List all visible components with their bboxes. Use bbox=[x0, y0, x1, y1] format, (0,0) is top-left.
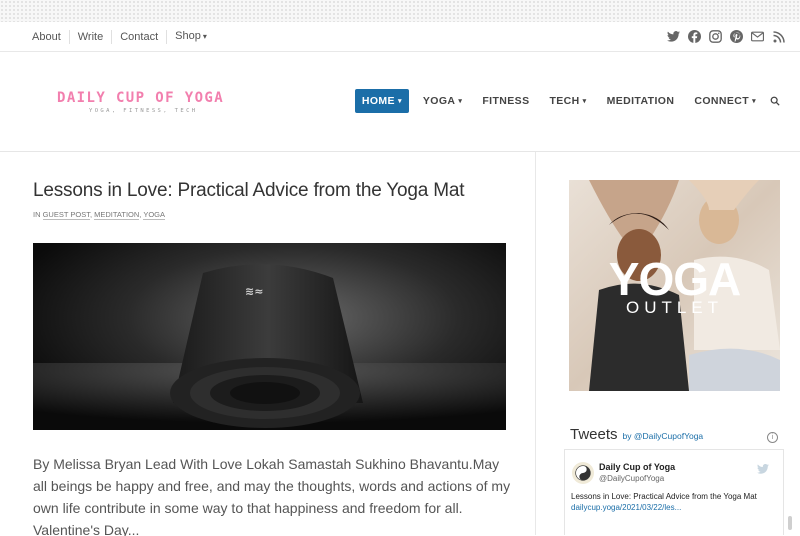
search-icon bbox=[770, 96, 780, 106]
nav-connect-label: CONNECT bbox=[694, 95, 750, 107]
chevron-down-icon: ▾ bbox=[752, 98, 756, 105]
nav-connect[interactable]: CONNECT ▾ bbox=[684, 89, 766, 113]
post-title[interactable]: Lessons in Love: Practical Advice from t… bbox=[33, 180, 464, 202]
chevron-down-icon: ▾ bbox=[582, 98, 587, 105]
main-navigation: HOME ▾ YOGA ▾ FITNESS TECH ▾ MEDITATION CON… bbox=[354, 89, 780, 113]
instagram-icon[interactable] bbox=[708, 29, 723, 44]
category-link-yoga[interactable]: YOGA bbox=[143, 210, 166, 220]
nav-meditation[interactable]: MEDITATION bbox=[597, 89, 685, 113]
main-content: Lessons in Love: Practical Advice from t… bbox=[0, 152, 800, 536]
top-decorative-strip bbox=[0, 0, 800, 22]
category-link-guest-post[interactable]: GUEST POST bbox=[42, 210, 90, 220]
meta-prefix: IN bbox=[33, 210, 41, 219]
yin-yang-icon bbox=[575, 465, 591, 481]
top-navigation: About Write Contact Shop ▾ bbox=[0, 22, 800, 52]
chevron-down-icon: ▾ bbox=[397, 98, 402, 105]
svg-text:≋≈: ≋≈ bbox=[245, 285, 263, 298]
post-meta: IN GUEST POST, MEDITATION, YOGA bbox=[33, 210, 166, 220]
top-link-shop[interactable]: Shop ▾ bbox=[167, 29, 215, 44]
info-icon[interactable]: i bbox=[767, 432, 778, 443]
post-featured-image[interactable]: ≋≈ bbox=[33, 243, 506, 430]
top-link-about[interactable]: About bbox=[24, 29, 70, 44]
chevron-down-icon: ▾ bbox=[202, 32, 207, 41]
logo-title: DAILY CUP OF YOGA bbox=[57, 90, 225, 106]
tweet-author-handle[interactable]: @DailyCupofYoga bbox=[599, 474, 664, 483]
tweet-author-name[interactable]: Daily Cup of Yoga bbox=[599, 462, 675, 472]
twitter-bird-icon[interactable] bbox=[757, 461, 769, 479]
tweet-scrollbar[interactable] bbox=[785, 452, 795, 532]
twitter-icon[interactable] bbox=[666, 29, 681, 44]
chevron-down-icon: ▾ bbox=[458, 98, 463, 105]
pinterest-icon[interactable] bbox=[729, 29, 744, 44]
tweet-link[interactable]: dailycup.yoga/2021/03/22/les... bbox=[571, 503, 681, 512]
nav-yoga[interactable]: YOGA ▾ bbox=[413, 89, 472, 113]
nav-home[interactable]: HOME ▾ bbox=[354, 89, 409, 113]
avatar[interactable] bbox=[572, 462, 594, 484]
post-excerpt: By Melissa Bryan Lead With Love Lokah Sa… bbox=[33, 456, 511, 536]
nav-fitness-label: FITNESS bbox=[482, 95, 530, 107]
sidebar-divider bbox=[535, 152, 536, 535]
social-icons bbox=[666, 29, 786, 44]
search-button[interactable] bbox=[766, 96, 780, 106]
nav-tech[interactable]: TECH ▾ bbox=[539, 89, 596, 113]
logo-tagline: YOGA, FITNESS, TECH bbox=[89, 108, 198, 114]
site-header: DAILY CUP OF YOGA YOGA, FITNESS, TECH HO… bbox=[0, 52, 800, 152]
tweet-text: Lessons in Love: Practical Advice from t… bbox=[571, 492, 757, 501]
tweets-header: Tweets by @DailyCupofYoga i bbox=[570, 426, 778, 443]
tweets-by-link[interactable]: by @DailyCupofYoga bbox=[623, 431, 704, 441]
rss-icon[interactable] bbox=[771, 29, 786, 44]
email-icon[interactable] bbox=[750, 29, 765, 44]
tweets-heading: Tweets bbox=[570, 426, 618, 443]
top-link-write[interactable]: Write bbox=[70, 29, 113, 44]
nav-fitness[interactable]: FITNESS bbox=[472, 89, 539, 113]
category-link-meditation[interactable]: MEDITATION bbox=[94, 210, 140, 220]
nav-meditation-label: MEDITATION bbox=[606, 95, 675, 107]
nav-yoga-label: YOGA bbox=[422, 95, 456, 107]
yoga-mat-illustration: ≋≈ bbox=[33, 264, 506, 430]
yoga-outlet-ad[interactable]: YOGA OUTLET bbox=[569, 180, 780, 391]
nav-tech-label: TECH bbox=[549, 95, 580, 107]
ad-sub: OUTLET bbox=[625, 298, 724, 317]
top-links: About Write Contact Shop ▾ bbox=[24, 29, 215, 44]
site-logo[interactable]: DAILY CUP OF YOGA YOGA, FITNESS, TECH bbox=[57, 90, 224, 114]
facebook-icon[interactable] bbox=[687, 29, 702, 44]
tweet-card: Daily Cup of Yoga @DailyCupofYoga Lesson… bbox=[564, 449, 784, 535]
nav-home-label: HOME bbox=[361, 95, 395, 107]
shop-label: Shop bbox=[175, 30, 201, 42]
top-link-contact[interactable]: Contact bbox=[112, 29, 168, 44]
